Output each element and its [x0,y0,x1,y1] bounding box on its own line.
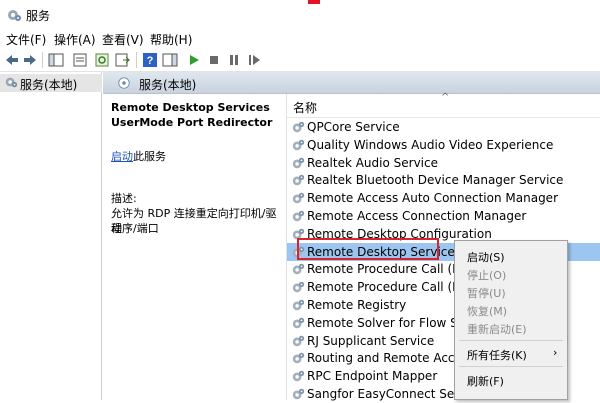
service-row[interactable]: Realtek Audio Service [287,154,600,172]
properties-icon[interactable] [72,52,88,68]
back-arrow-icon[interactable] [4,52,20,68]
service-row-name: Realtek Bluetooth Device Manager Service [307,173,564,188]
context-menu: 启动(S) 停止(O) 暂停(U) 恢复(M) 重新启动(E) 所有任务(K) … [454,240,568,400]
service-row-name: Remote Access Connection Manager [307,209,527,223]
service-row-name: Remote Solver for Flow Sir [307,315,467,330]
context-stop[interactable]: 停止(O) [467,267,506,283]
service-gear-icon [292,299,305,311]
close-edge [308,0,320,4]
context-pause[interactable]: 暂停(U) [467,285,506,301]
service-description-panel: Remote Desktop Services UserMode Port Re… [103,94,286,400]
menu-view[interactable]: 查看(V) [102,31,144,48]
service-row[interactable]: Quality Windows Audio Video Experience [287,136,600,154]
service-row-name: Remote Procedure Call (RP [307,262,468,277]
service-gear-icon [292,388,305,400]
service-row-name: Remote Procedure Call (RP [307,280,468,295]
toolbar-separator [42,52,43,68]
show-hide-action-pane-icon[interactable] [162,52,178,68]
service-row-name: Remote Registry [307,298,407,312]
context-all-tasks[interactable]: 所有任务(K) [467,347,527,363]
menu-bar: 文件(F) 操作(A) 查看(V) 帮助(H) [0,30,600,48]
sort-caret-icon: ^ [441,92,450,103]
window-title: 服务 [26,9,51,23]
service-row-name: RPC Endpoint Mapper [307,369,438,384]
pane-header-label: 服务(本地) [139,78,197,92]
services-gear-icon [5,77,18,88]
service-row-name: Quality Windows Audio Video Experience [307,137,554,152]
list-header: ^ 名称 [287,92,600,118]
service-gear-icon [292,210,305,222]
selected-row-highlight [297,238,439,260]
service-row-name: Sangfor EasyConnect Secu [307,387,469,401]
refresh-icon[interactable] [94,52,110,68]
start-service-link[interactable]: 启动 [111,148,133,164]
service-gear-icon [292,264,305,275]
tree-node-services-local[interactable]: 服务(本地) [0,74,102,92]
menu-action[interactable]: 操作(A) [54,31,96,48]
description-text: 程序/端口 [111,222,159,235]
submenu-arrow-icon: › [553,346,558,359]
pane-header: 服务(本地) [103,72,600,94]
start-service-icon[interactable] [186,52,202,68]
service-gear-icon [292,175,305,186]
service-gear-icon [292,317,305,329]
description-label: 描述: [111,192,137,205]
service-gear-icon [292,370,305,382]
menu-help[interactable]: 帮助(H) [150,31,192,48]
service-row-name: RJ Supplicant Service [307,333,435,348]
title-bar: 服务 [0,0,600,30]
console-tree: 服务(本地) [0,72,102,400]
column-header-name[interactable]: 名称 [293,99,317,116]
service-name: UserMode Port Redirector [111,116,273,129]
forward-arrow-icon[interactable] [22,52,38,68]
context-separator [459,366,563,367]
service-gear-icon [292,121,305,133]
service-gear-icon [292,353,305,364]
tree-node-label: 服务(本地) [20,78,78,92]
service-row[interactable]: QPCore Service [287,118,600,136]
export-list-icon[interactable] [114,52,130,68]
service-row[interactable]: Remote Access Connection Manager [287,207,600,225]
service-row-name: Realtek Audio Service [307,155,438,170]
context-restart[interactable]: 重新启动(E) [467,321,527,337]
service-row-name: Routing and Remote Acces [307,351,469,366]
restart-service-icon[interactable] [246,52,262,68]
console-tree-icon[interactable] [48,52,64,68]
toolbar-separator [136,52,137,68]
svg-text:?: ? [147,55,154,67]
service-gear-icon [292,192,305,204]
start-service-suffix: 此服务 [133,150,166,163]
services-gear-icon [118,77,130,89]
context-resume[interactable]: 恢复(M) [467,303,507,319]
service-row[interactable]: Remote Access Auto Connection Manager [287,189,600,207]
service-gear-icon [292,281,305,293]
service-gear-icon [292,157,305,168]
service-gear-icon [292,335,305,346]
service-row-name: Remote Access Auto Connection Manager [307,191,558,206]
stop-service-icon[interactable] [206,52,222,68]
services-gear-icon [8,10,21,21]
context-start[interactable]: 启动(S) [467,249,505,265]
service-name: Remote Desktop Services [111,101,270,114]
toolbar: ? [0,48,600,72]
context-separator [459,340,563,341]
pause-service-icon[interactable] [226,52,242,68]
service-row[interactable]: Realtek Bluetooth Device Manager Service [287,171,600,189]
service-gear-icon [292,139,305,151]
service-row-name: QPCore Service [307,120,400,134]
help-icon[interactable]: ? [142,52,158,68]
menu-file[interactable]: 文件(F) [6,31,46,48]
context-refresh[interactable]: 刷新(F) [467,373,504,389]
